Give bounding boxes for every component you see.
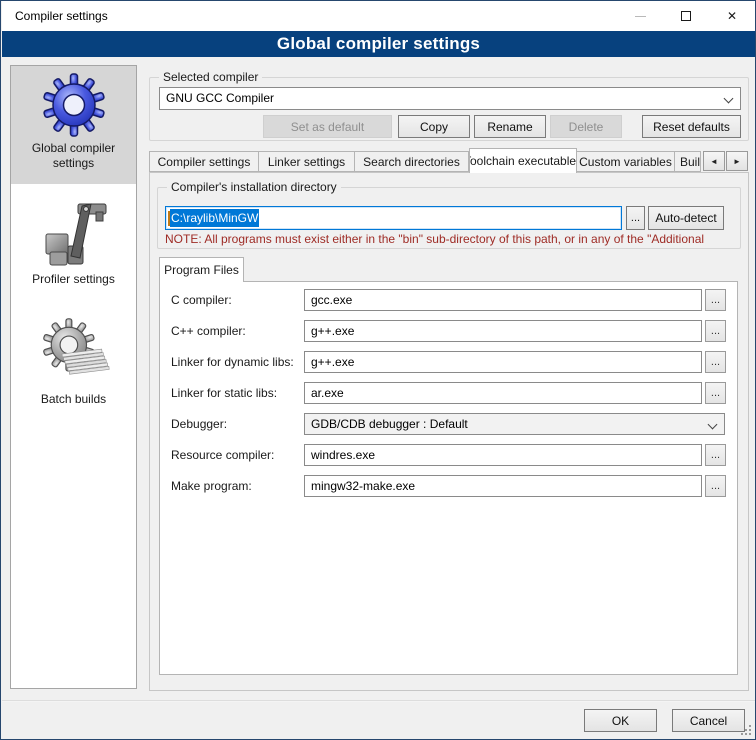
- page-title: Global compiler settings: [277, 34, 480, 54]
- compiler-select-value: GNU GCC Compiler: [166, 91, 274, 105]
- cpp-compiler-browse-button[interactable]: ...: [705, 320, 726, 342]
- settings-category-list: Global compiler settings: [10, 65, 137, 689]
- installation-directory-input[interactable]: C:\raylib\MinGW: [165, 206, 622, 230]
- close-button[interactable]: ✕: [709, 1, 755, 31]
- sidebar-item-label: Global compiler settings: [11, 137, 136, 181]
- tab-scroll-right-button[interactable]: ►: [726, 151, 748, 171]
- field-label-resource-compiler: Resource compiler:: [171, 448, 303, 462]
- tab-custom-variables[interactable]: Custom variables: [577, 151, 675, 172]
- debugger-select-value: GDB/CDB debugger : Default: [311, 417, 468, 431]
- c-compiler-browse-button[interactable]: ...: [705, 289, 726, 311]
- linker-dynamic-browse-button[interactable]: ...: [705, 351, 726, 373]
- chevron-down-icon: [708, 420, 718, 430]
- delete-button[interactable]: Delete: [550, 115, 622, 138]
- minimize-icon: [635, 16, 646, 17]
- resource-compiler-input[interactable]: windres.exe: [304, 444, 702, 466]
- compiler-select[interactable]: GNU GCC Compiler: [159, 87, 741, 110]
- cpp-compiler-input[interactable]: g++.exe: [304, 320, 702, 342]
- field-label-cpp-compiler: C++ compiler:: [171, 324, 303, 338]
- tab-toolchain-executables[interactable]: Toolchain executables: [469, 148, 577, 173]
- subtab-program-files[interactable]: Program Files: [159, 257, 244, 282]
- tab-linker-settings[interactable]: Linker settings: [259, 151, 355, 172]
- settings-tabstrip: Compiler settings Linker settings Search…: [149, 147, 701, 172]
- field-label-c-compiler: C compiler:: [171, 293, 303, 307]
- dialog-header: Global compiler settings: [2, 31, 755, 57]
- sidebar-item-label: Batch builds: [11, 388, 136, 417]
- titlebar[interactable]: Compiler settings ✕: [2, 1, 755, 31]
- installation-directory-legend: Compiler's installation directory: [167, 180, 341, 194]
- rename-button[interactable]: Rename: [474, 115, 546, 138]
- debugger-select[interactable]: GDB/CDB debugger : Default: [304, 413, 725, 435]
- bin-subdirectory-note: NOTE: All programs must exist either in …: [165, 232, 741, 246]
- sidebar-item-profiler-settings[interactable]: Profiler settings: [11, 184, 136, 302]
- make-program-browse-button[interactable]: ...: [705, 475, 726, 497]
- selected-compiler-legend: Selected compiler: [159, 70, 262, 84]
- maximize-button[interactable]: [663, 1, 709, 31]
- field-label-make-program: Make program:: [171, 479, 303, 493]
- directory-browse-button[interactable]: ...: [626, 206, 645, 230]
- minimize-button[interactable]: [617, 1, 663, 31]
- close-icon: ✕: [727, 10, 737, 22]
- linker-static-input[interactable]: ar.exe: [304, 382, 702, 404]
- c-compiler-input[interactable]: gcc.exe: [304, 289, 702, 311]
- sidebar-item-batch-builds[interactable]: Batch builds: [11, 302, 136, 420]
- linker-static-browse-button[interactable]: ...: [705, 382, 726, 404]
- sidebar-item-global-compiler-settings[interactable]: Global compiler settings: [11, 66, 136, 184]
- profiler-caliper-icon: [11, 196, 136, 268]
- maximize-icon: [681, 11, 691, 21]
- window-title: Compiler settings: [15, 9, 108, 23]
- tab-scroll-left-button[interactable]: ◄: [703, 151, 725, 171]
- set-as-default-button[interactable]: Set as default: [263, 115, 392, 138]
- auto-detect-button[interactable]: Auto-detect: [648, 206, 724, 230]
- cancel-button[interactable]: Cancel: [672, 709, 745, 732]
- footer-separator: [2, 700, 756, 702]
- batch-builds-gear-icon: [11, 316, 136, 388]
- make-program-input[interactable]: mingw32-make.exe: [304, 475, 702, 497]
- chevron-down-icon: [724, 94, 734, 104]
- arrow-right-icon: ►: [733, 157, 741, 166]
- field-label-linker-static: Linker for static libs:: [171, 386, 303, 400]
- compiler-settings-dialog: Compiler settings ✕ Global compiler sett…: [0, 0, 756, 740]
- sidebar-item-label: Profiler settings: [11, 268, 136, 297]
- tab-compiler-settings[interactable]: Compiler settings: [149, 151, 259, 172]
- field-label-debugger: Debugger:: [171, 417, 303, 431]
- resource-compiler-browse-button[interactable]: ...: [705, 444, 726, 466]
- tab-search-directories[interactable]: Search directories: [355, 151, 469, 172]
- resize-grip[interactable]: [741, 725, 751, 735]
- ok-button[interactable]: OK: [584, 709, 657, 732]
- arrow-left-icon: ◄: [710, 157, 718, 166]
- field-label-linker-dynamic: Linker for dynamic libs:: [171, 355, 303, 369]
- tab-build-options-truncated[interactable]: Build options: [675, 151, 701, 172]
- blue-gear-icon: [11, 73, 136, 137]
- copy-button[interactable]: Copy: [398, 115, 470, 138]
- installation-directory-value: C:\raylib\MinGW: [170, 209, 259, 227]
- reset-defaults-button[interactable]: Reset defaults: [642, 115, 741, 138]
- linker-dynamic-input[interactable]: g++.exe: [304, 351, 702, 373]
